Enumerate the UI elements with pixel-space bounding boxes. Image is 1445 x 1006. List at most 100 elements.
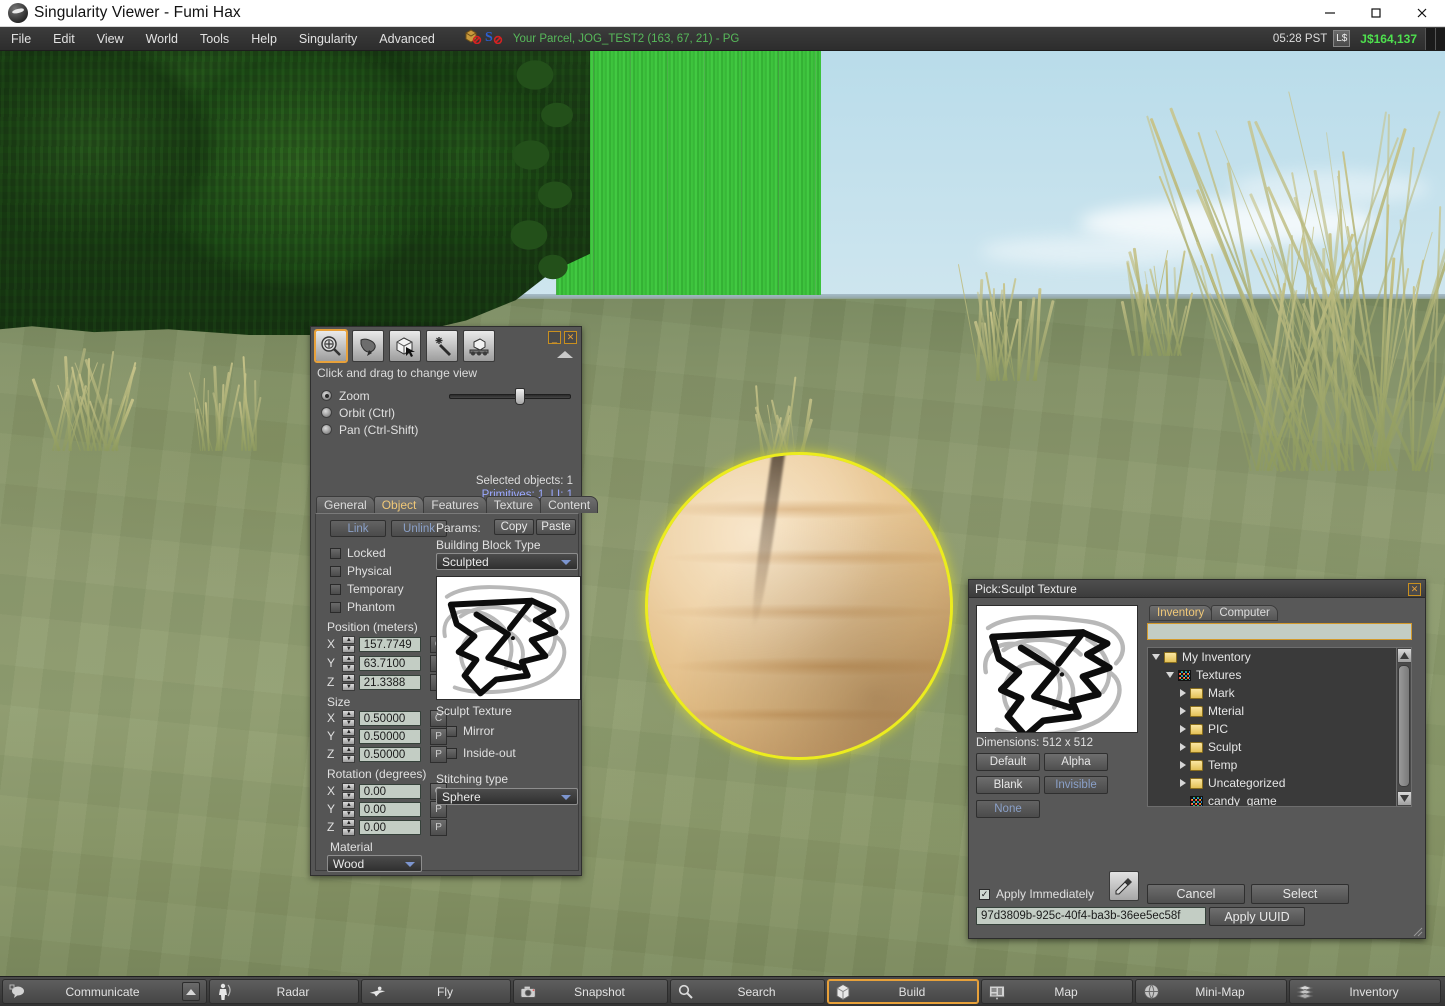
tab-features[interactable]: Features (423, 496, 486, 513)
tree-row[interactable]: Mark (1148, 684, 1398, 702)
rotation-y-spinner[interactable]: ▲ ▼ (342, 801, 355, 818)
selected-sculpted-sphere[interactable] (648, 455, 950, 757)
tree-row[interactable]: My Inventory (1148, 648, 1398, 666)
chevron-right-icon[interactable] (1180, 707, 1186, 715)
menu-file[interactable]: File (0, 27, 42, 51)
rotation-z-field[interactable]: 0.00 (359, 820, 421, 835)
physical-checkbox[interactable] (330, 566, 341, 577)
size-z-spinner[interactable]: ▲ ▼ (342, 746, 355, 763)
cancel-button[interactable]: Cancel (1147, 884, 1245, 904)
land-tool-button[interactable] (463, 330, 495, 362)
balance-label[interactable]: J$164,137 (1360, 32, 1417, 46)
build-tools-floater[interactable]: _ ✕ Click and drag to change view Zoom O… (310, 326, 582, 876)
eyedropper-icon[interactable] (1109, 871, 1139, 901)
params-copy-button[interactable]: Copy (494, 519, 534, 535)
tab-general[interactable]: General (316, 496, 375, 513)
size-y-paste-button[interactable]: P (430, 728, 447, 745)
maximize-button[interactable] (1353, 0, 1399, 27)
mini-map-button[interactable]: Mini-Map (1135, 979, 1287, 1004)
inventory-scrollbar[interactable] (1396, 648, 1411, 806)
build-floater-collapse-icon[interactable] (557, 351, 573, 358)
green-curtain-object[interactable] (556, 51, 821, 295)
phantom-checkbox[interactable] (330, 602, 341, 613)
menu-singularity[interactable]: Singularity (288, 27, 368, 51)
position-y-spinner[interactable]: ▲ ▼ (342, 655, 355, 672)
tree-row[interactable]: Sculpt (1148, 738, 1398, 756)
pick-floater-close-button[interactable]: ✕ (1408, 583, 1421, 596)
build-floater-close-button[interactable]: ✕ (564, 331, 577, 344)
currency-icon[interactable]: L$ (1333, 30, 1350, 47)
apply-immediately-row[interactable]: ✓ Apply Immediately (979, 887, 1094, 901)
locked-checkbox[interactable] (330, 548, 341, 559)
pick-sculpt-texture-floater[interactable]: Pick:Sculpt Texture ✕ Dimensions: 512 x … (968, 579, 1426, 939)
default-texture-button[interactable]: Default (976, 753, 1040, 771)
3d-viewport[interactable]: _ ✕ Click and drag to change view Zoom O… (0, 51, 1445, 976)
tree-row[interactable]: Mterial (1148, 702, 1398, 720)
temporary-checkbox[interactable] (330, 584, 341, 595)
menu-world[interactable]: World (135, 27, 189, 51)
size-y-field[interactable]: 0.50000 (359, 729, 421, 744)
communicate-caret-button[interactable] (182, 982, 200, 1001)
chevron-down-icon[interactable] (1152, 654, 1160, 660)
inventory-tree[interactable]: My Inventory Textures Mark Mterial PIC S… (1147, 647, 1412, 807)
resize-grip-icon[interactable] (1413, 926, 1423, 936)
position-z-spinner[interactable]: ▲ ▼ (342, 674, 355, 691)
scroll-down-icon[interactable] (1397, 791, 1412, 806)
pick-tab-inventory[interactable]: Inventory (1149, 605, 1212, 621)
radar-button[interactable]: Radar (209, 979, 359, 1004)
tab-content[interactable]: Content (540, 496, 598, 513)
building-block-type-select[interactable]: Sculpted (436, 553, 578, 570)
radio-pan[interactable]: Pan (Ctrl-Shift) (321, 421, 575, 438)
zoom-slider[interactable] (449, 390, 571, 402)
apply-immediately-checkbox[interactable]: ✓ (979, 889, 990, 900)
rotation-y-field[interactable]: 0.00 (359, 802, 421, 817)
blank-texture-button[interactable]: Blank (976, 776, 1040, 794)
move-grab-tool-button[interactable] (352, 330, 384, 362)
zoom-slider-knob[interactable] (515, 388, 525, 405)
sculpt-texture-preview[interactable] (436, 576, 581, 700)
build-button[interactable]: Build (827, 979, 979, 1004)
tree-row[interactable]: PIC (1148, 720, 1398, 738)
close-button[interactable] (1399, 0, 1445, 27)
tab-texture[interactable]: Texture (486, 496, 541, 513)
fly-button[interactable]: Fly (361, 979, 511, 1004)
rotation-x-field[interactable]: 0.00 (359, 784, 421, 799)
menu-view[interactable]: View (86, 27, 135, 51)
pick-tab-computer[interactable]: Computer (1211, 605, 1278, 621)
tree-row[interactable]: Textures (1148, 666, 1398, 684)
position-z-field[interactable]: 21.3388 (359, 675, 421, 690)
select-button[interactable]: Select (1251, 884, 1349, 904)
tree-row[interactable]: candy_game (1148, 792, 1398, 807)
position-y-field[interactable]: 63.7100 (359, 656, 421, 671)
chevron-right-icon[interactable] (1180, 689, 1186, 697)
menu-edit[interactable]: Edit (42, 27, 86, 51)
scroll-up-icon[interactable] (1397, 648, 1412, 663)
search-button[interactable]: Search (670, 979, 825, 1004)
inventory-button[interactable]: Inventory (1289, 979, 1441, 1004)
chevron-right-icon[interactable] (1180, 743, 1186, 751)
minimize-button[interactable] (1307, 0, 1353, 27)
stitching-type-select[interactable]: Sphere (436, 788, 578, 805)
communicate-button[interactable]: Communicate (2, 979, 207, 1004)
inside-out-checkbox[interactable] (446, 748, 457, 759)
rotation-z-paste-button[interactable]: P (430, 819, 447, 836)
chevron-down-icon[interactable] (1166, 672, 1174, 678)
tab-object[interactable]: Object (374, 496, 425, 513)
texture-search-input[interactable] (1147, 623, 1412, 640)
alpha-texture-button[interactable]: Alpha (1044, 753, 1108, 771)
snapshot-button[interactable]: Snapshot (513, 979, 668, 1004)
rotation-x-spinner[interactable]: ▲ ▼ (342, 783, 355, 800)
chevron-right-icon[interactable] (1180, 761, 1186, 769)
invisible-texture-button[interactable]: Invisible (1044, 776, 1108, 794)
position-x-spinner[interactable]: ▲ ▼ (342, 636, 355, 653)
menu-advanced[interactable]: Advanced (368, 27, 446, 51)
position-x-field[interactable]: 157.7749 (359, 637, 421, 652)
chevron-right-icon[interactable] (1180, 725, 1186, 733)
create-magic-wand-tool-button[interactable] (426, 330, 458, 362)
tree-row[interactable]: Uncategorized (1148, 774, 1398, 792)
mirror-checkbox[interactable] (446, 726, 457, 737)
size-z-paste-button[interactable]: P (430, 746, 447, 763)
flag-phantom[interactable]: Phantom (330, 600, 395, 614)
size-x-field[interactable]: 0.50000 (359, 711, 421, 726)
tree-row[interactable]: Temp (1148, 756, 1398, 774)
